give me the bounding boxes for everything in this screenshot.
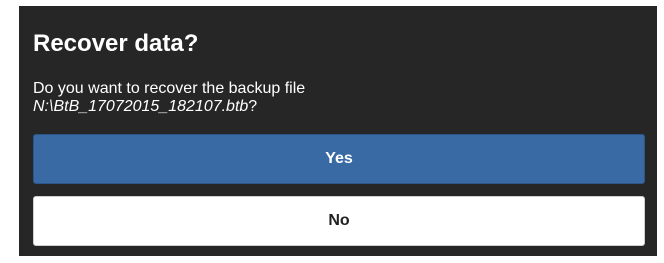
yes-button[interactable]: Yes — [33, 134, 645, 184]
backup-file-path: N:\BtB_17072015_182107.btb — [33, 98, 249, 115]
message-suffix: ? — [248, 98, 258, 115]
dialog-message: Do you want to recover the backup file N… — [33, 80, 305, 116]
dialog-title: Recover data? — [33, 30, 199, 57]
recover-data-dialog: Recover data? Do you want to recover the… — [19, 6, 657, 256]
message-path-line: N:\BtB_17072015_182107.btb? — [33, 98, 305, 116]
no-button[interactable]: No — [33, 196, 645, 246]
message-line: Do you want to recover the backup file — [33, 80, 306, 97]
